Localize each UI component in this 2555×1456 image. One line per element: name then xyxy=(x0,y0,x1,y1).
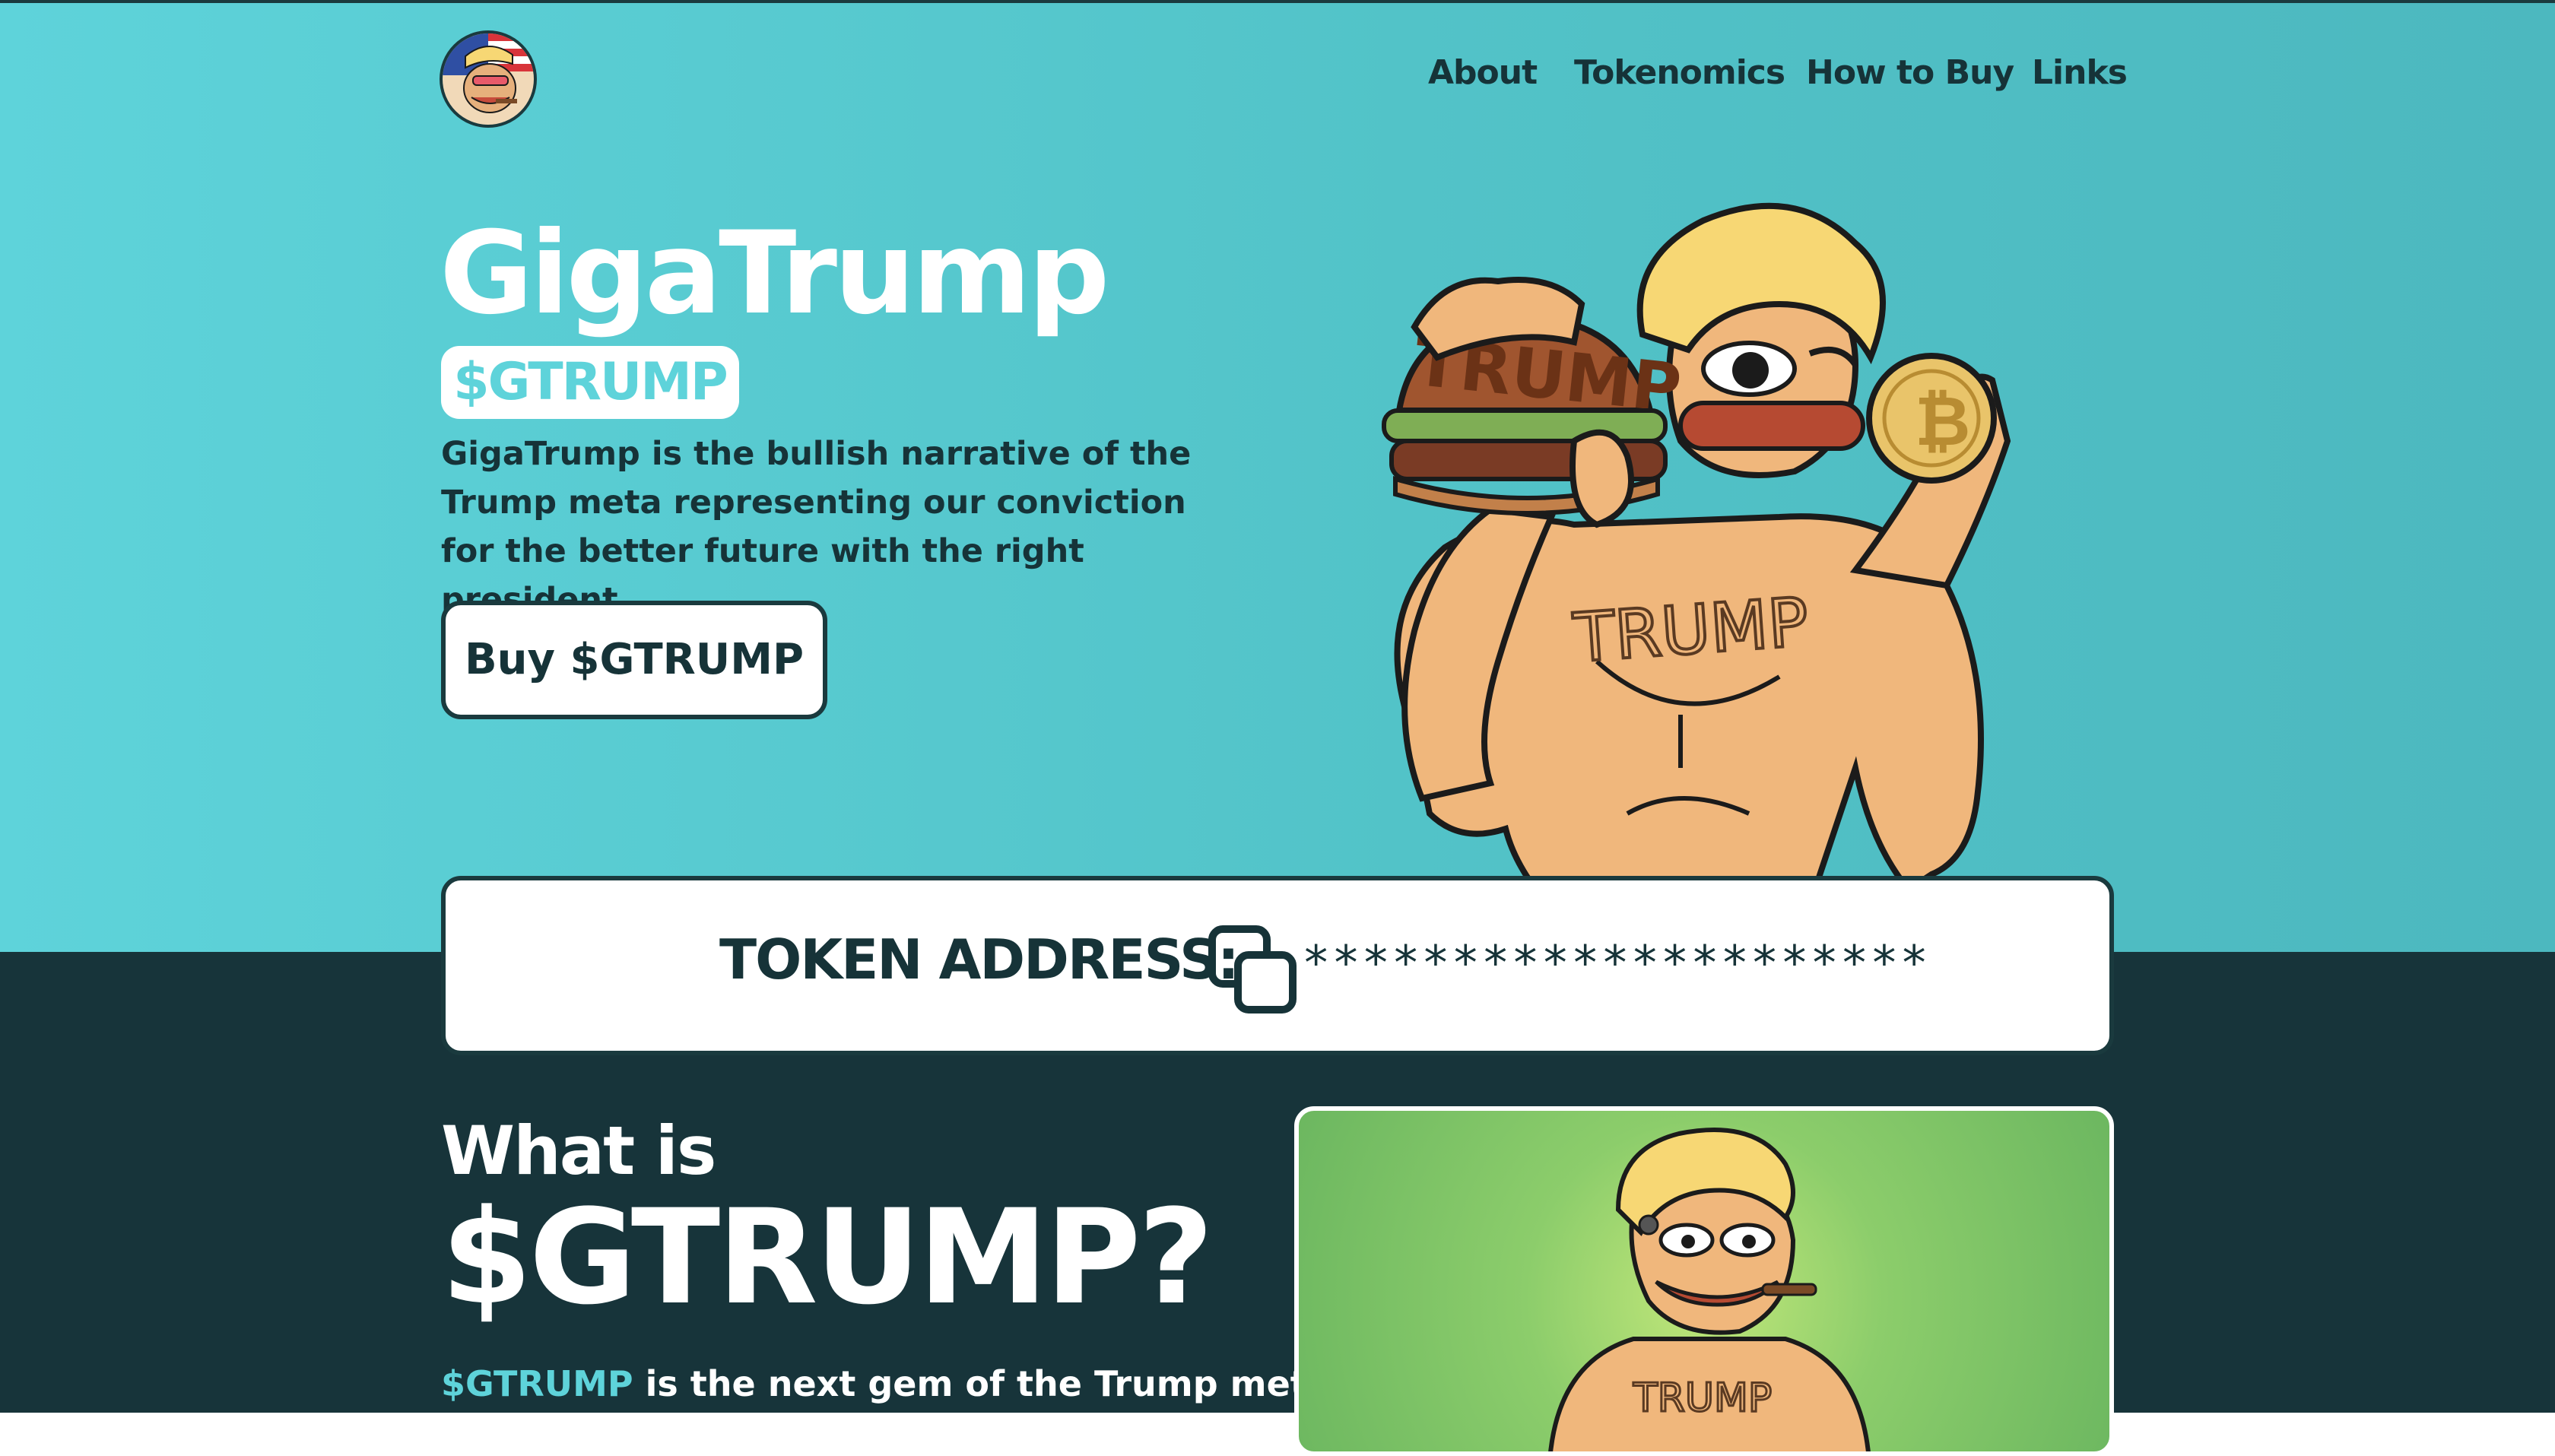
hero-description: GigaTrump is the bullish narrative of th… xyxy=(441,435,1192,619)
about-description: $GTRUMP is the next gem of the Trump met… xyxy=(441,1359,1344,1408)
logo-mascot-icon xyxy=(443,33,534,113)
copy-icon[interactable] xyxy=(1206,923,1300,1017)
mascot-illustration: TRUMP ₿ TRUMP xyxy=(1382,202,2011,894)
about-description-text: is the next gem of the Trump meta, xyxy=(633,1363,1344,1404)
about-description-accent: $GTRUMP xyxy=(441,1363,633,1404)
token-address-card: TOKEN ADDRESS: ********************* xyxy=(441,876,2114,1055)
site-logo[interactable] xyxy=(440,30,537,128)
mascot-portrait: TRUMP xyxy=(1548,1128,1871,1451)
nav-how-to-buy[interactable]: How to Buy xyxy=(1806,53,2014,92)
nav-links[interactable]: Links xyxy=(2032,53,2128,92)
token-address-label: TOKEN ADDRESS: xyxy=(719,928,1239,991)
mascot-image-card: TRUMP xyxy=(1294,1106,2114,1456)
buy-button[interactable]: Buy $GTRUMP xyxy=(441,601,827,719)
svg-text:TRUMP: TRUMP xyxy=(1571,582,1811,677)
ticker-badge: $GTRUMP xyxy=(441,346,739,419)
svg-text:₿: ₿ xyxy=(1915,382,1970,462)
brand-title: GigaTrump xyxy=(440,208,1109,340)
top-border xyxy=(0,0,2555,3)
hero-background xyxy=(0,0,2555,952)
svg-text:TRUMP: TRUMP xyxy=(1633,1375,1772,1421)
ticker-label: $GTRUMP xyxy=(453,352,728,412)
nav-about[interactable]: About xyxy=(1428,53,1538,92)
about-heading-big: $GTRUMP? xyxy=(441,1181,1214,1334)
nav-tokenomics[interactable]: Tokenomics xyxy=(1574,53,1785,92)
token-address-value[interactable]: ********************* xyxy=(1302,935,1930,991)
about-heading-small: What is xyxy=(441,1112,716,1190)
